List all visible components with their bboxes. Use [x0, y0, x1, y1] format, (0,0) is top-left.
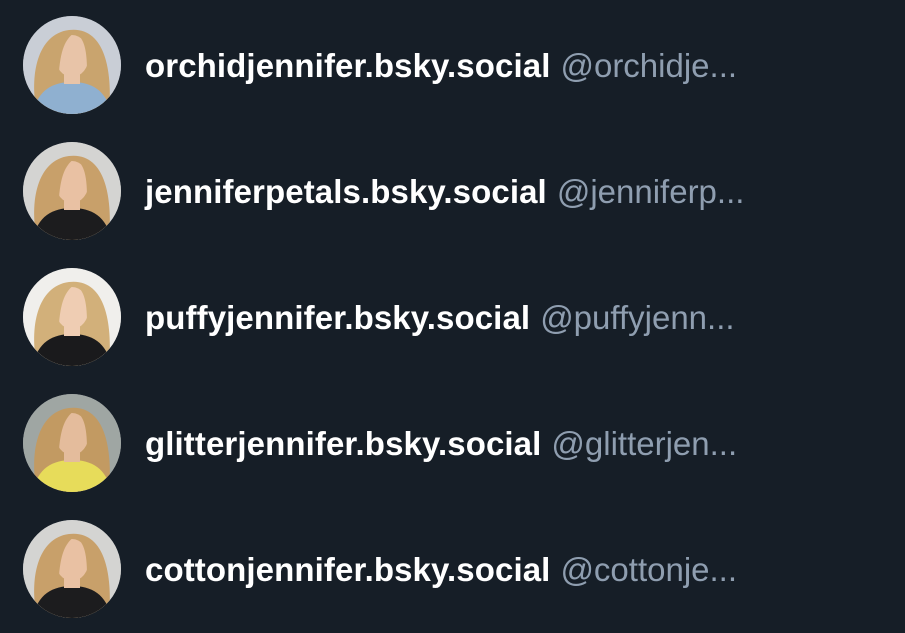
account-row[interactable]: jenniferpetals.bsky.social @jenniferp...	[0, 129, 905, 255]
account-handle: @jenniferp...	[556, 173, 745, 210]
avatar-photo	[23, 268, 121, 366]
account-row[interactable]: cottonjennifer.bsky.social @cottonje...	[0, 507, 905, 633]
display-name[interactable]: glitterjennifer.bsky.social	[145, 425, 541, 462]
account-row[interactable]: orchidjennifer.bsky.social @orchidje...	[0, 3, 905, 129]
avatar[interactable]	[23, 520, 121, 618]
avatar[interactable]	[23, 16, 121, 114]
display-name[interactable]: puffyjennifer.bsky.social	[145, 299, 530, 336]
display-name[interactable]: orchidjennifer.bsky.social	[145, 47, 550, 84]
account-list: orchidjennifer.bsky.social @orchidje... j…	[0, 0, 905, 629]
avatar-photo	[23, 16, 121, 114]
display-name[interactable]: jenniferpetals.bsky.social	[145, 173, 547, 210]
account-handle: @glitterjen...	[551, 425, 738, 462]
avatar-photo	[23, 394, 121, 492]
account-row[interactable]: puffyjennifer.bsky.social @puffyjenn...	[0, 255, 905, 381]
avatar-photo	[23, 142, 121, 240]
account-text: glitterjennifer.bsky.social @glitterjen..…	[145, 419, 737, 469]
avatar[interactable]	[23, 394, 121, 492]
account-row[interactable]: glitterjennifer.bsky.social @glitterjen..…	[0, 381, 905, 507]
account-handle: @cottonje...	[560, 551, 738, 588]
account-text: cottonjennifer.bsky.social @cottonje...	[145, 545, 737, 595]
account-handle: @orchidje...	[560, 47, 738, 84]
avatar[interactable]	[23, 142, 121, 240]
account-handle: @puffyjenn...	[540, 299, 735, 336]
account-text: puffyjennifer.bsky.social @puffyjenn...	[145, 293, 735, 343]
avatar-photo	[23, 520, 121, 618]
display-name[interactable]: cottonjennifer.bsky.social	[145, 551, 550, 588]
account-text: jenniferpetals.bsky.social @jenniferp...	[145, 167, 744, 217]
avatar[interactable]	[23, 268, 121, 366]
account-text: orchidjennifer.bsky.social @orchidje...	[145, 41, 737, 91]
